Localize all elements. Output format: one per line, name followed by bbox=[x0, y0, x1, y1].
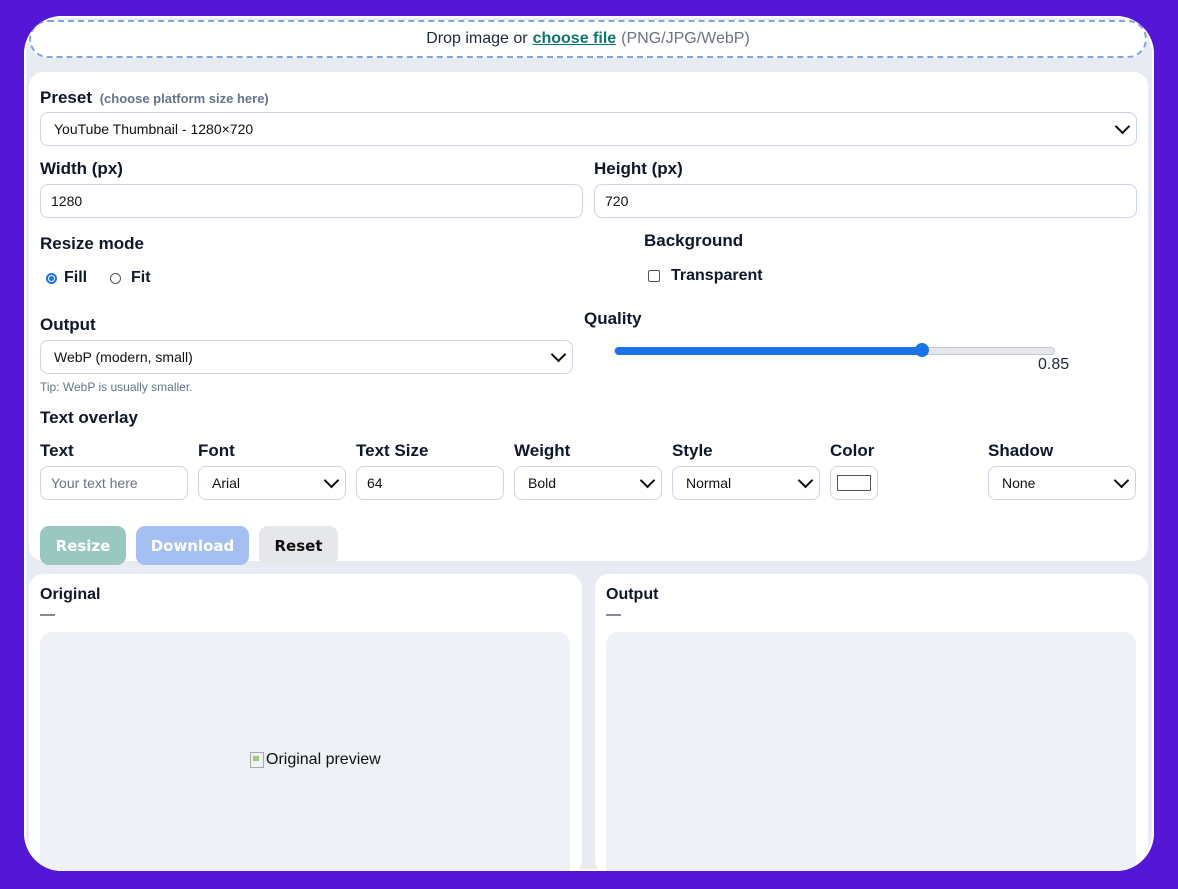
chevron-down-icon bbox=[639, 472, 656, 489]
text-size-input[interactable]: 64 bbox=[356, 466, 504, 500]
width-label: Width (px) bbox=[40, 159, 123, 178]
output-preview-area bbox=[606, 632, 1136, 871]
output-format-value: WebP (modern, small) bbox=[54, 349, 193, 365]
style-label: Style bbox=[672, 441, 713, 460]
fill-radio-label: Fill bbox=[64, 269, 88, 286]
overlay-text-input[interactable]: Your text here bbox=[40, 466, 188, 500]
resize-mode-fill[interactable]: Fill bbox=[46, 269, 87, 287]
resize-mode-label: Resize mode bbox=[40, 234, 144, 253]
resize-button[interactable]: Resize bbox=[40, 526, 126, 565]
color-label: Color bbox=[830, 441, 875, 460]
drop-zone-formats: (PNG/JPG/WebP) bbox=[621, 30, 750, 47]
preset-select-value: YouTube Thumbnail - 1280×720 bbox=[54, 121, 254, 137]
shadow-select-value: None bbox=[1002, 475, 1036, 491]
download-button[interactable]: Download bbox=[136, 526, 249, 565]
font-select[interactable]: Arial bbox=[198, 466, 346, 500]
fill-radio[interactable] bbox=[46, 272, 57, 284]
transparent-toggle[interactable]: Transparent bbox=[648, 267, 763, 285]
font-label: Font bbox=[198, 441, 235, 460]
drop-zone[interactable]: Drop image or choose file (PNG/JPG/WebP) bbox=[29, 20, 1147, 58]
output-label: Output bbox=[40, 315, 96, 334]
weight-label: Weight bbox=[514, 441, 571, 460]
preset-hint: (choose platform size here) bbox=[99, 91, 269, 106]
drop-zone-prefix: Drop image or bbox=[426, 30, 528, 47]
transparent-checkbox[interactable] bbox=[648, 270, 660, 282]
chevron-down-icon bbox=[797, 472, 814, 489]
text-size-label: Text Size bbox=[356, 441, 429, 460]
style-select-value: Normal bbox=[686, 475, 732, 491]
output-panel: Output — bbox=[595, 574, 1148, 871]
original-title: Original bbox=[40, 586, 101, 603]
preset-label: Preset (choose platform size here) bbox=[40, 88, 269, 108]
shadow-label: Shadow bbox=[988, 441, 1054, 460]
weight-select[interactable]: Bold bbox=[514, 466, 662, 500]
original-meta: — bbox=[40, 606, 55, 623]
choose-file-link[interactable]: choose file bbox=[533, 30, 617, 48]
font-select-value: Arial bbox=[212, 475, 241, 491]
width-input[interactable]: 1280 bbox=[40, 184, 583, 218]
text-label: Text bbox=[40, 441, 74, 460]
weight-select-value: Bold bbox=[528, 475, 557, 491]
output-meta: — bbox=[606, 606, 621, 623]
quality-value: 0.85 bbox=[1038, 356, 1070, 373]
fit-radio[interactable] bbox=[110, 272, 121, 284]
fit-radio-label: Fit bbox=[131, 269, 151, 286]
output-title: Output bbox=[606, 586, 659, 603]
chevron-down-icon bbox=[1113, 472, 1130, 489]
shadow-select[interactable]: None bbox=[988, 466, 1136, 500]
width-input-value: 1280 bbox=[51, 193, 83, 209]
color-picker[interactable] bbox=[830, 466, 878, 500]
transparent-label: Transparent bbox=[671, 267, 763, 284]
height-input[interactable]: 720 bbox=[594, 184, 1137, 218]
overlay-text-placeholder: Your text here bbox=[51, 475, 138, 491]
app-frame: Drop image or choose file (PNG/JPG/WebP)… bbox=[24, 16, 1154, 871]
quality-slider-handle[interactable] bbox=[915, 343, 929, 357]
output-tip: Tip: WebP is usually smaller. bbox=[40, 380, 193, 394]
original-preview-area: Original preview bbox=[40, 632, 570, 871]
preset-select[interactable]: YouTube Thumbnail - 1280×720 bbox=[40, 112, 1137, 146]
controls-panel: Preset (choose platform size here) YouTu… bbox=[29, 72, 1148, 565]
broken-image-icon bbox=[250, 752, 264, 768]
original-panel: Original — Original preview bbox=[29, 574, 582, 871]
text-size-value: 64 bbox=[367, 475, 383, 491]
chevron-down-icon bbox=[550, 346, 567, 363]
height-input-value: 720 bbox=[605, 193, 629, 209]
height-label: Height (px) bbox=[594, 159, 683, 178]
quality-label: Quality bbox=[584, 309, 642, 328]
reset-button[interactable]: Reset bbox=[259, 526, 338, 565]
quality-slider-fill bbox=[615, 347, 922, 355]
text-overlay-title: Text overlay bbox=[40, 408, 138, 427]
preset-label-text: Preset bbox=[40, 88, 92, 107]
chevron-down-icon bbox=[323, 472, 340, 489]
style-select[interactable]: Normal bbox=[672, 466, 820, 500]
output-format-select[interactable]: WebP (modern, small) bbox=[40, 340, 573, 374]
color-swatch bbox=[837, 475, 871, 491]
background-label: Background bbox=[644, 231, 744, 250]
original-preview-alt: Original preview bbox=[266, 751, 381, 768]
quality-slider[interactable] bbox=[614, 343, 1055, 357]
chevron-down-icon bbox=[1114, 118, 1131, 135]
resize-mode-fit[interactable]: Fit bbox=[110, 269, 151, 287]
original-preview-image: Original preview bbox=[250, 751, 381, 769]
